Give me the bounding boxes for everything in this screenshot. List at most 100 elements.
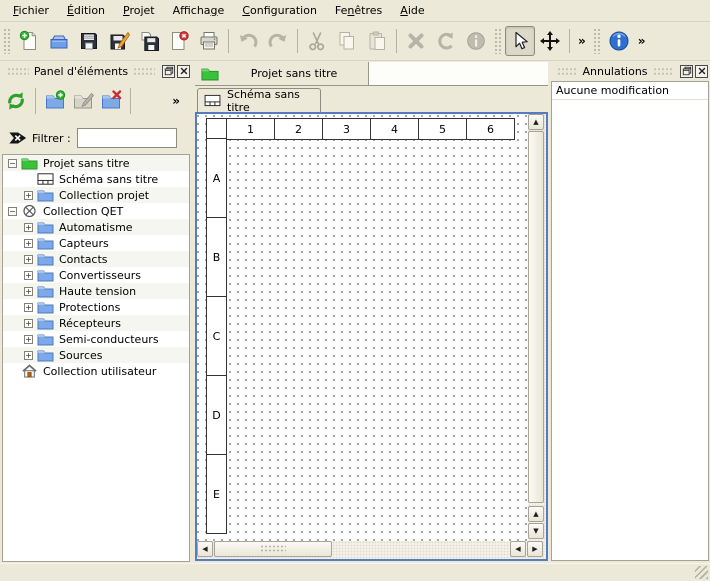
dock-handle[interactable] xyxy=(653,67,673,76)
scroll-down-button[interactable]: ▼ xyxy=(528,523,544,539)
tree-item[interactable]: +Automatisme xyxy=(3,219,189,235)
toolbar-overflow-button[interactable]: » xyxy=(634,34,650,48)
tree-item[interactable]: +Collection projet xyxy=(3,187,189,203)
toolbar-handle[interactable] xyxy=(593,28,601,54)
tree-item[interactable]: +Haute tension xyxy=(3,283,189,299)
menu-edition[interactable]: Édition xyxy=(58,1,114,20)
expand-icon[interactable]: + xyxy=(24,303,33,312)
reload-collections-button[interactable] xyxy=(2,87,30,115)
expand-icon[interactable]: + xyxy=(24,287,33,296)
edit-category-button[interactable] xyxy=(69,87,97,115)
tree-item[interactable]: Schéma sans titre xyxy=(3,171,189,187)
menu-projet[interactable]: Projet xyxy=(114,1,164,20)
tab-project[interactable]: Projet sans titre xyxy=(195,62,369,85)
undo-panel-title: Annulations xyxy=(582,65,647,78)
scroll-left-button[interactable]: ◀ xyxy=(510,541,526,557)
scroll-left-button[interactable]: ◀ xyxy=(197,541,213,557)
toolbar-handle[interactable] xyxy=(494,28,502,54)
panel-overflow-button[interactable]: » xyxy=(168,94,184,108)
close-button[interactable] xyxy=(177,65,190,78)
about-button[interactable] xyxy=(604,26,634,56)
cut-icon xyxy=(306,30,328,52)
float-button[interactable] xyxy=(680,65,693,78)
tree-item[interactable]: +Protections xyxy=(3,299,189,315)
tree-item[interactable]: Collection utilisateur xyxy=(3,363,189,379)
save-all-button[interactable] xyxy=(134,26,164,56)
vertical-scrollbar[interactable]: ▲ ▲ ▼ xyxy=(528,114,546,541)
delete-category-button[interactable] xyxy=(97,87,125,115)
expand-icon[interactable]: + xyxy=(24,239,33,248)
horizontal-scrollbar[interactable]: ◀ ◀ ▶ xyxy=(197,541,546,559)
close-file-button[interactable] xyxy=(164,26,194,56)
redo-button[interactable] xyxy=(263,26,293,56)
select-arrow-icon xyxy=(509,30,531,52)
clear-filter-button[interactable] xyxy=(8,129,28,147)
tree-item[interactable]: +Capteurs xyxy=(3,235,189,251)
rotate-button[interactable] xyxy=(431,26,461,56)
tree-item[interactable]: −Collection QET xyxy=(3,203,189,219)
expand-icon[interactable]: + xyxy=(24,351,33,360)
filter-input[interactable] xyxy=(77,128,177,148)
expand-icon[interactable]: + xyxy=(24,255,33,264)
toolbar-handle[interactable] xyxy=(3,28,11,54)
menu-affichage[interactable]: Affichage xyxy=(164,1,234,20)
print-button[interactable] xyxy=(194,26,224,56)
delete-button[interactable] xyxy=(401,26,431,56)
expand-icon[interactable]: + xyxy=(24,223,33,232)
open-button[interactable] xyxy=(44,26,74,56)
folder-icon xyxy=(37,284,54,298)
float-button[interactable] xyxy=(162,65,175,78)
element-info-button[interactable] xyxy=(461,26,491,56)
close-button[interactable] xyxy=(695,65,708,78)
clear-filter-icon xyxy=(8,129,28,147)
select-mode-button[interactable] xyxy=(505,26,535,56)
collapse-icon[interactable]: − xyxy=(8,207,17,216)
new-button[interactable] xyxy=(14,26,44,56)
copy-button[interactable] xyxy=(332,26,362,56)
save-as-button[interactable] xyxy=(104,26,134,56)
cut-button[interactable] xyxy=(302,26,332,56)
scroll-right-button[interactable]: ▶ xyxy=(527,541,543,557)
tree-item[interactable]: +Convertisseurs xyxy=(3,267,189,283)
save-button[interactable] xyxy=(74,26,104,56)
tree-item[interactable]: +Sources xyxy=(3,347,189,363)
menu-configuration[interactable]: Configuration xyxy=(233,1,326,20)
dock-handle[interactable] xyxy=(557,67,577,76)
vertical-scroll-thumb[interactable] xyxy=(528,131,544,503)
tree-item[interactable]: −Projet sans titre xyxy=(3,155,189,171)
tree-item[interactable]: + Contacts xyxy=(3,251,189,267)
expand-icon[interactable]: + xyxy=(24,271,33,280)
menu-fenetres[interactable]: Fenêtres xyxy=(326,1,391,20)
undo-button[interactable] xyxy=(233,26,263,56)
dock-handle[interactable] xyxy=(7,67,29,76)
new-category-button[interactable] xyxy=(41,87,69,115)
scroll-mode-button[interactable] xyxy=(535,26,565,56)
element-panel-toolbar: » xyxy=(2,82,190,120)
scroll-up-button[interactable]: ▲ xyxy=(528,114,544,130)
menu-aide[interactable]: Aide xyxy=(391,1,433,20)
paste-button[interactable] xyxy=(362,26,392,56)
expand-icon[interactable]: + xyxy=(24,191,33,200)
toolbar-separator xyxy=(569,29,570,53)
tree-item[interactable]: +Semi-conducteurs xyxy=(3,331,189,347)
menu-fichier[interactable]: Fichier xyxy=(4,1,58,20)
collection-qet-icon xyxy=(21,204,38,218)
scroll-up-button[interactable]: ▲ xyxy=(528,506,544,522)
float-icon xyxy=(164,66,174,76)
tree-item-label: Contacts xyxy=(59,253,108,266)
expand-icon[interactable]: + xyxy=(24,319,33,328)
horizontal-scroll-thumb[interactable] xyxy=(214,541,332,557)
dock-handle[interactable] xyxy=(133,67,155,76)
diagram-canvas[interactable]: 123456 ABCDE xyxy=(197,114,528,541)
element-tree[interactable]: −Projet sans titreSchéma sans titre+Coll… xyxy=(2,154,190,562)
resize-grip[interactable] xyxy=(695,566,708,579)
save-icon xyxy=(78,30,100,52)
expand-icon[interactable]: + xyxy=(24,335,33,344)
undo-list-item[interactable]: Aucune modification xyxy=(552,82,708,100)
tree-item[interactable]: +Récepteurs xyxy=(3,315,189,331)
toolbar-overflow-button[interactable]: » xyxy=(574,34,590,48)
collapse-icon[interactable]: − xyxy=(8,159,17,168)
tab-schema[interactable]: Schéma sans titre xyxy=(197,88,321,112)
folder-icon xyxy=(37,348,54,362)
redo-icon xyxy=(267,30,289,52)
